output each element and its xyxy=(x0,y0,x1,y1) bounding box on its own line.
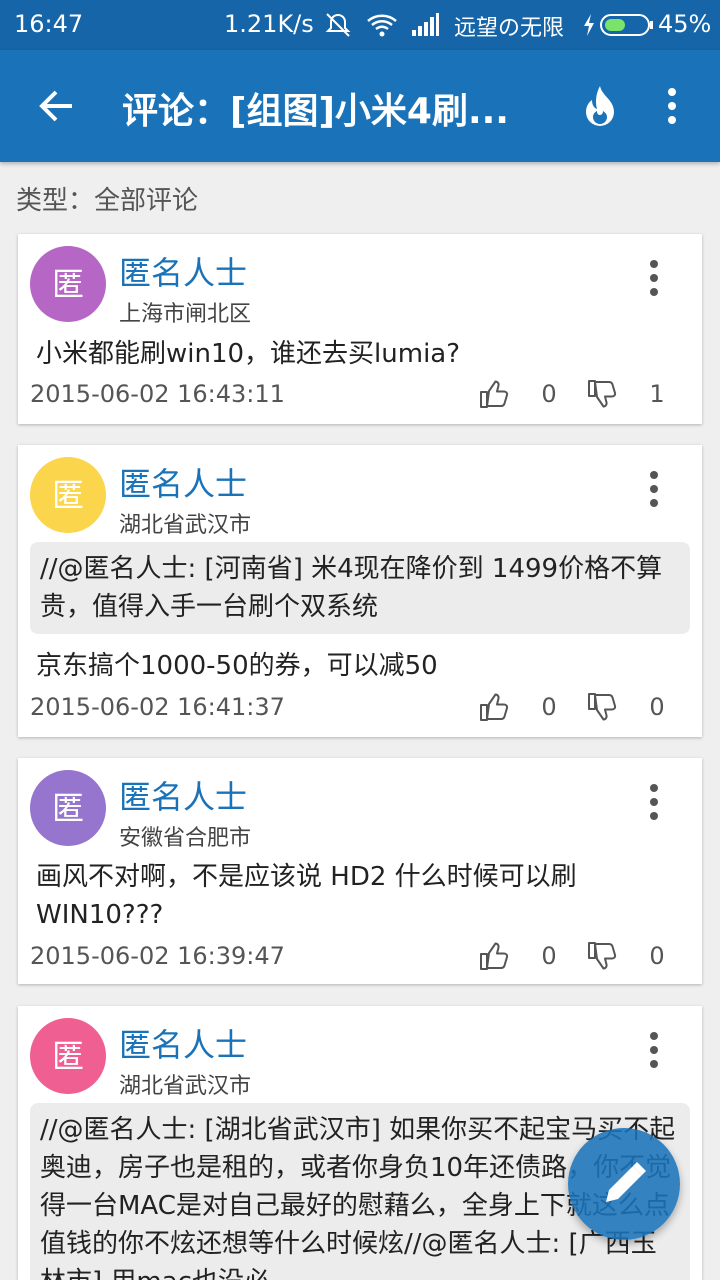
commenter-name: 匿名人士 xyxy=(119,254,248,292)
avatar[interactable]: 匿 xyxy=(30,770,106,846)
comment-menu-icon[interactable] xyxy=(642,258,666,298)
comment-menu-icon[interactable] xyxy=(642,469,666,509)
mute-icon xyxy=(324,12,352,44)
commenter-location: 湖北省武汉市 xyxy=(119,1074,252,1099)
thumbs-up-icon[interactable] xyxy=(478,691,510,723)
signal-icon xyxy=(410,12,440,44)
thumbs-up-icon[interactable] xyxy=(478,378,510,410)
comment-card: 匿 匿名人士 上海市闸北区 小米都能刷win10，谁还去买lumia? 2015… xyxy=(18,234,702,424)
avatar[interactable]: 匿 xyxy=(30,1018,106,1094)
dislike-count: 0 xyxy=(649,942,665,970)
avatar[interactable]: 匿 xyxy=(30,457,106,533)
comment-time: 2015-06-02 16:43:11 xyxy=(30,380,285,408)
comment-menu-icon[interactable] xyxy=(642,782,666,822)
comment-card: 匿 匿名人士 湖北省武汉市 //@匿名人士: [河南省] 米4现在降价到 149… xyxy=(18,445,702,737)
thumbs-down-icon[interactable] xyxy=(586,940,618,972)
comment-time: 2015-06-02 16:39:47 xyxy=(30,942,285,970)
like-count: 0 xyxy=(541,693,557,721)
overflow-menu-icon[interactable] xyxy=(660,86,684,126)
hot-fire-icon[interactable] xyxy=(582,84,618,128)
commenter-name: 匿名人士 xyxy=(119,465,248,503)
status-carrier: 远望の无限 xyxy=(454,16,565,41)
dislike-count: 1 xyxy=(649,380,665,408)
pencil-icon xyxy=(606,1162,646,1202)
dislike-count: 0 xyxy=(649,693,665,721)
back-arrow-icon[interactable] xyxy=(36,88,76,124)
page-title: 评论：[组图]小米4刷... xyxy=(122,91,509,132)
thumbs-up-icon[interactable] xyxy=(478,940,510,972)
write-comment-button[interactable] xyxy=(568,1128,680,1240)
comment-card: 匿 匿名人士 安徽省合肥市 画风不对啊，不是应该说 HD2 什么时候可以刷WIN… xyxy=(18,758,702,984)
comment-text: 小米都能刷win10，谁还去买lumia? xyxy=(36,339,461,369)
wifi-icon xyxy=(366,12,398,44)
comment-text: 画风不对啊，不是应该说 HD2 什么时候可以刷WIN10??? xyxy=(36,862,577,930)
commenter-name: 匿名人士 xyxy=(119,778,248,816)
avatar[interactable]: 匿 xyxy=(30,246,106,322)
battery-icon xyxy=(600,14,654,42)
commenter-name: 匿名人士 xyxy=(119,1026,248,1064)
thumbs-down-icon[interactable] xyxy=(586,378,618,410)
app-toolbar: 评论：[组图]小米4刷... xyxy=(0,50,720,162)
status-battery: 45% xyxy=(658,10,712,38)
commenter-location: 安徽省合肥市 xyxy=(119,826,252,851)
comment-menu-icon[interactable] xyxy=(642,1030,666,1070)
comment-text: 京东搞个1000-50的券，可以减50 xyxy=(36,651,438,681)
comment-type-filter[interactable]: 类型：全部评论 xyxy=(16,180,198,217)
quoted-comment: //@匿名人士: [河南省] 米4现在降价到 1499价格不算贵，值得入手一台刷… xyxy=(30,542,690,634)
status-net-speed: 1.21K/s xyxy=(224,10,314,38)
like-count: 0 xyxy=(541,942,557,970)
status-time: 16:47 xyxy=(14,10,84,38)
commenter-location: 湖北省武汉市 xyxy=(119,513,252,538)
commenter-location: 上海市闸北区 xyxy=(119,302,252,327)
like-count: 0 xyxy=(541,380,557,408)
comment-time: 2015-06-02 16:41:37 xyxy=(30,693,285,721)
charging-icon xyxy=(582,12,596,44)
thumbs-down-icon[interactable] xyxy=(586,691,618,723)
status-bar: 16:47 1.21K/s 远望の无限 45% xyxy=(0,0,720,50)
